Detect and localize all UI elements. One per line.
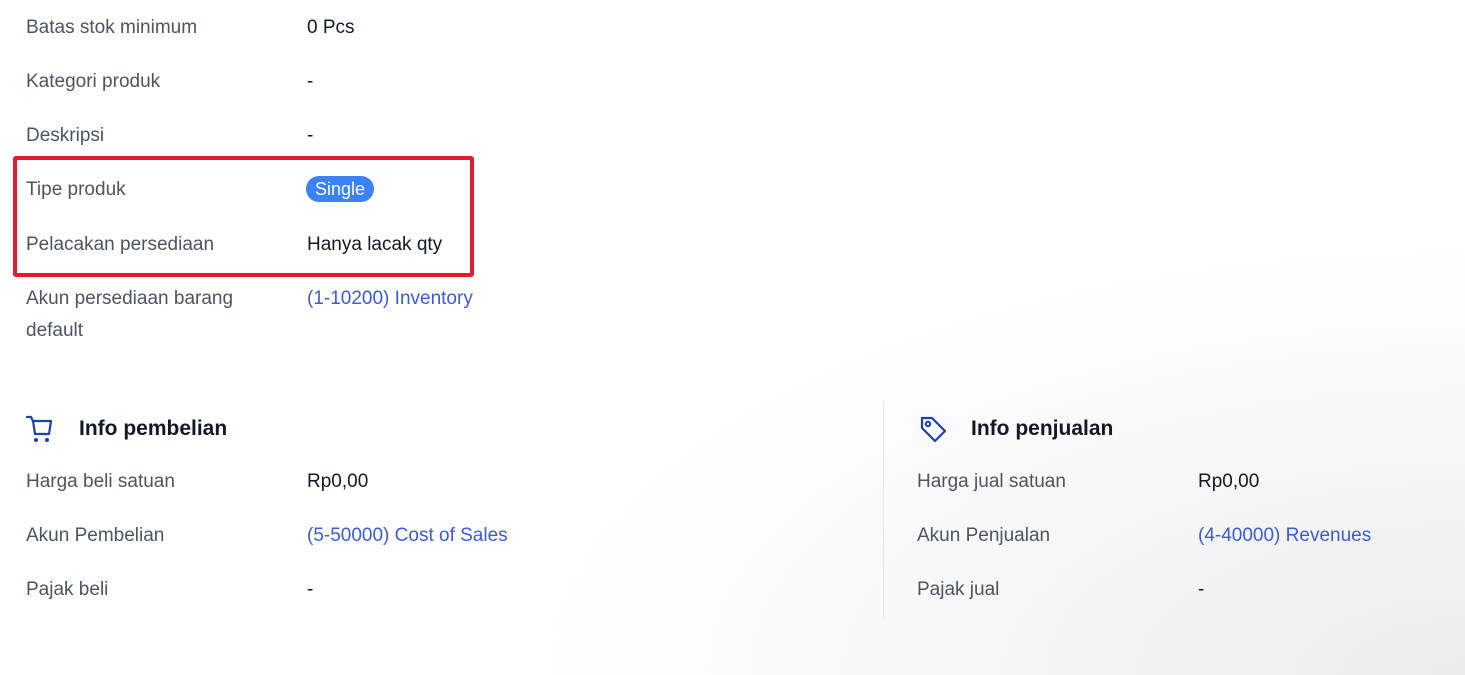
inventory-tracking-label: Pelacakan persediaan xyxy=(26,234,215,255)
sales-unit-price-value: Rp0,00 xyxy=(1198,471,1260,492)
purchase-info-title: Info pembelian xyxy=(79,417,228,440)
category-label: Kategori produk xyxy=(26,71,161,92)
sales-info-title: Info penjualan xyxy=(971,417,1114,440)
default-inventory-account-link[interactable]: (1-10200) Inventory xyxy=(307,283,473,315)
shopping-cart-icon xyxy=(25,415,53,442)
price-tag-icon xyxy=(920,416,947,443)
purchase-tax-value: - xyxy=(307,579,314,600)
section-divider xyxy=(883,402,884,618)
description-label: Deskripsi xyxy=(26,125,105,146)
purchase-unit-price-label: Harga beli satuan xyxy=(26,471,175,492)
default-inventory-account-label-line1: Akun persediaan barang xyxy=(26,288,234,309)
category-value: - xyxy=(307,71,314,92)
sales-account-link[interactable]: (4-40000) Revenues xyxy=(1198,520,1371,552)
min-stock-value: 0 Pcs xyxy=(307,17,355,38)
sales-account-label: Akun Penjualan xyxy=(917,525,1051,546)
purchase-account-link[interactable]: (5-50000) Cost of Sales xyxy=(307,520,508,552)
sales-tax-value: - xyxy=(1198,579,1205,600)
default-inventory-account-label: Akun persediaan barang default xyxy=(26,283,233,347)
purchase-tax-label: Pajak beli xyxy=(26,579,109,600)
product-type-badge: Single xyxy=(306,176,375,202)
purchase-account-label: Akun Pembelian xyxy=(26,525,165,546)
product-type-label: Tipe produk xyxy=(26,179,126,200)
default-inventory-account-label-line2: default xyxy=(26,320,84,341)
description-value: - xyxy=(307,125,314,146)
min-stock-label: Batas stok minimum xyxy=(26,17,198,38)
inventory-tracking-value: Hanya lacak qty xyxy=(307,234,443,255)
sales-unit-price-label: Harga jual satuan xyxy=(917,471,1066,492)
sales-tax-label: Pajak jual xyxy=(917,579,1000,600)
purchase-unit-price-value: Rp0,00 xyxy=(307,471,369,492)
